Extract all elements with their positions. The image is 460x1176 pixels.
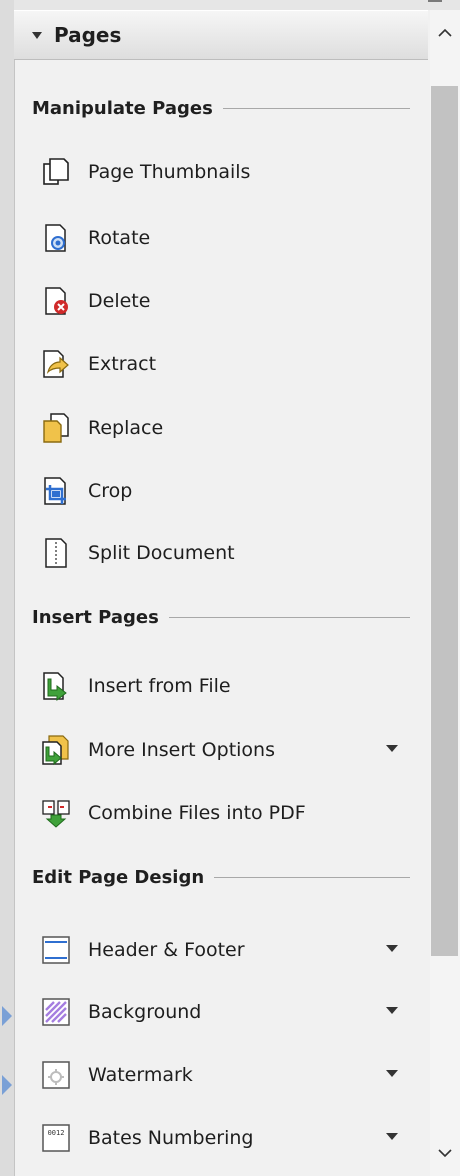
scroll-up-button[interactable] (430, 18, 460, 48)
bates-numbering-button[interactable]: 0012 Bates Numbering (38, 1116, 418, 1160)
replace-button[interactable]: Replace (38, 406, 418, 450)
header-footer-button[interactable]: Header & Footer (38, 928, 418, 972)
insert-from-file-button[interactable]: Insert from File (38, 664, 418, 708)
item-label: Insert from File (88, 675, 231, 697)
delete-button[interactable]: Delete (38, 279, 418, 323)
split-document-icon (38, 535, 74, 571)
scroll-thumb[interactable] (431, 86, 458, 956)
item-label: Rotate (88, 227, 151, 249)
section-divider (222, 107, 410, 109)
page-thumbnails-icon (38, 154, 74, 190)
bates-numbering-icon: 0012 (38, 1120, 74, 1156)
panel-title: Pages (54, 23, 122, 47)
header-footer-icon (38, 932, 74, 968)
scroll-down-button[interactable] (430, 1138, 460, 1168)
edge-arrow-icon (2, 1006, 12, 1026)
section-title: Manipulate Pages (32, 97, 213, 119)
crop-button[interactable]: Crop (38, 469, 418, 513)
item-label: Delete (88, 290, 151, 312)
section-edit-page-design: Edit Page Design (32, 863, 410, 891)
item-label: Bates Numbering (88, 1127, 254, 1149)
more-insert-options-icon (38, 732, 74, 768)
dropdown-caret-icon[interactable] (386, 945, 398, 952)
dropdown-caret-icon[interactable] (386, 1070, 398, 1077)
watermark-button[interactable]: Watermark (38, 1053, 418, 1097)
rotate-button[interactable]: Rotate (38, 216, 418, 260)
item-label: Page Thumbnails (88, 161, 251, 183)
section-insert-pages: Insert Pages (32, 603, 410, 631)
left-edge-strip (0, 0, 15, 1176)
chevron-down-icon (438, 1149, 452, 1158)
section-divider (214, 876, 410, 878)
background-icon (38, 994, 74, 1030)
extract-button[interactable]: Extract (38, 342, 418, 386)
watermark-icon (38, 1057, 74, 1093)
replace-icon (38, 410, 74, 446)
background-button[interactable]: Background (38, 990, 418, 1034)
pages-panel-content: Manipulate Pages Page Thumbnails Rotate … (14, 60, 428, 1176)
rotate-icon (38, 220, 74, 256)
dropdown-caret-icon[interactable] (386, 1133, 398, 1140)
dropdown-caret-icon[interactable] (386, 745, 398, 752)
item-label: Combine Files into PDF (88, 802, 306, 824)
bates-number-text: 0012 (48, 1129, 65, 1137)
split-document-button[interactable]: Split Document (38, 531, 418, 575)
item-label: More Insert Options (88, 739, 275, 761)
vertical-scrollbar[interactable] (430, 10, 460, 1176)
top-divider (14, 0, 460, 10)
section-divider (168, 616, 410, 618)
item-label: Crop (88, 480, 133, 502)
more-insert-options-button[interactable]: More Insert Options (38, 728, 418, 772)
section-title: Edit Page Design (32, 866, 205, 888)
item-label: Replace (88, 417, 164, 439)
crop-icon (38, 473, 74, 509)
extract-icon (38, 346, 74, 382)
chevron-up-icon (438, 28, 452, 37)
grip-icon (428, 0, 442, 2)
pages-panel-header[interactable]: Pages (14, 10, 428, 60)
section-title: Insert Pages (32, 606, 159, 628)
item-label: Extract (88, 353, 157, 375)
edge-arrow-icon (2, 1075, 12, 1095)
item-label: Header & Footer (88, 939, 245, 961)
item-label: Background (88, 1001, 202, 1023)
combine-files-into-pdf-button[interactable]: Combine Files into PDF (38, 791, 418, 835)
page-thumbnails-button[interactable]: Page Thumbnails (38, 150, 418, 194)
collapse-triangle-icon[interactable] (32, 31, 42, 39)
combine-files-icon (38, 795, 74, 831)
dropdown-caret-icon[interactable] (386, 1007, 398, 1014)
section-manipulate-pages: Manipulate Pages (32, 94, 410, 122)
insert-from-file-icon (38, 668, 74, 704)
item-label: Split Document (88, 542, 235, 564)
delete-icon (38, 283, 74, 319)
item-label: Watermark (88, 1064, 193, 1086)
